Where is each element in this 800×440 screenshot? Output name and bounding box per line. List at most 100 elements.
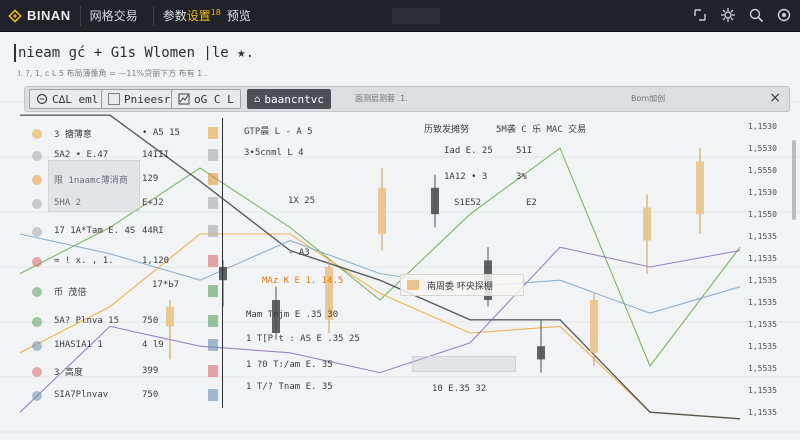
asset-value: 399 — [142, 366, 159, 376]
tooltip-ghost — [412, 356, 516, 372]
asset-value: 4 l9 — [142, 340, 164, 350]
right-row-text: 1A12 • 3 — [444, 172, 488, 182]
tab-label: oG C L — [194, 92, 234, 106]
asset-value: E+J2 — [142, 198, 164, 208]
mid-row-text: - A3 — [288, 248, 310, 258]
asset-value: 1,120 — [142, 256, 170, 266]
tab-params-settings[interactable]: 参数设置18 预览 — [163, 7, 251, 24]
mid-row-text: 1 T/? Tnam E. 35 — [246, 382, 333, 392]
asset-name: 3 高度 — [54, 367, 83, 378]
search-icon[interactable] — [748, 7, 764, 23]
info-pill[interactable]: 南周委 吥央探棚 — [400, 274, 524, 296]
asset-name: 3 搪薄意 — [54, 129, 92, 140]
asset-name: SIA7Plnvav — [54, 390, 109, 400]
asset-icon — [30, 388, 44, 402]
axis-tick-label: 1,1530 — [748, 122, 777, 131]
page-subtitle: I. ?, 1, c L 5 布局薄像角 = —11%贷丽下方 布有 1 . — [18, 69, 208, 78]
tab-badge: 18 — [210, 8, 221, 17]
mid-row-text: Mam Tnjm E .35 30 — [246, 310, 339, 320]
asset-name: 1HASIA1 1 — [54, 340, 103, 350]
logo-text: BINAN — [27, 8, 71, 23]
asset-name: 5A? Plnva 15 — [54, 316, 120, 326]
tab-label: Pnieesr — [124, 92, 171, 106]
tab-label: C∆L eml — [52, 92, 99, 106]
scrollbar-thumb[interactable] — [792, 140, 796, 220]
tab-prefix: 参数 — [162, 9, 187, 23]
asset-icon — [30, 172, 44, 186]
tab-cleml[interactable]: C∆L eml — [29, 89, 106, 109]
extra-label: 17*Ь7 — [152, 280, 180, 290]
top-search-box[interactable] — [392, 8, 440, 24]
settings-icon[interactable] — [776, 7, 792, 23]
table-row[interactable]: 3 搪薄意 • A5 15 — [30, 124, 180, 142]
right-row-extra: E2 — [526, 198, 537, 208]
row-marker — [208, 339, 218, 351]
topbar-divider — [79, 5, 81, 26]
axis-tick-label: 1,1535 — [748, 342, 777, 351]
mid-row-text: 1X 25 — [288, 196, 316, 206]
asset-value: 750 — [142, 316, 159, 326]
chart-icon — [178, 93, 190, 105]
mid-row-text: 3•5cnml L 4 — [244, 148, 304, 158]
strip-note-right: Bom加创 — [631, 94, 666, 103]
right-row-text: Iad E. 25 — [444, 146, 493, 156]
axis-tick-label: 1,1530 — [748, 188, 777, 197]
asset-icon — [30, 126, 44, 140]
pill-swatch — [407, 280, 419, 290]
right-row-text: S1E52 — [454, 198, 482, 208]
candle-body — [696, 161, 704, 215]
table-row[interactable]: 币 茂倍 — [30, 282, 142, 300]
asset-icon — [30, 254, 44, 268]
asset-value: • A5 15 — [142, 128, 180, 138]
tab-strip: C∆L eml Pnieesr oG C L baancntvc 面测层测蓉 .… — [24, 86, 790, 112]
tab-suffix: 预览 — [226, 9, 251, 23]
asset-name: 币 茂倍 — [54, 287, 87, 298]
title-row: nieam gć + G1s Wlomen |le ★. — [14, 44, 254, 62]
right-row-extra: 51I — [516, 146, 533, 156]
tab-pnieesr[interactable]: Pnieesr — [101, 89, 178, 109]
mid-row-text: GTP晨 L - A 5 — [244, 127, 313, 137]
row-marker — [208, 389, 218, 401]
table-row[interactable]: 1HASIA1 1 4 l9 — [30, 336, 164, 354]
asset-icon — [30, 314, 44, 328]
candle-body — [590, 300, 598, 353]
row-marker — [208, 285, 218, 297]
candle-body — [537, 346, 545, 360]
right-row-text: 历致发摊努 — [424, 125, 470, 135]
asset-name: 5A2 • E.47 — [54, 150, 109, 160]
table-row[interactable]: SIA7Plnvav 750 — [30, 386, 158, 404]
right-row-extra: 3% — [516, 172, 527, 182]
nav-grid-trading[interactable]: 网格交易 — [90, 7, 138, 24]
row-marker — [208, 127, 218, 139]
asset-name: 17 1A*Tam E. 4S — [54, 226, 136, 236]
coin-icon — [36, 93, 48, 105]
blank-icon — [108, 93, 120, 105]
row-marker — [208, 315, 218, 327]
series-line — [19, 233, 741, 314]
binance-logo-icon — [8, 8, 22, 23]
row-marker — [208, 149, 218, 161]
strip-note-left: 面测层测蓉 .1. — [355, 94, 408, 103]
table-row[interactable]: 5A? Plnva 15 750 — [30, 312, 158, 330]
tab-baancntvc[interactable]: baancntvc — [247, 89, 331, 109]
asset-icon — [30, 196, 44, 210]
axis-tick-label: 1,5550 — [748, 166, 777, 175]
page-title: nieam gć + G1s Wlomen |le ★. — [18, 45, 255, 61]
home-icon — [254, 96, 260, 102]
candle-body — [378, 187, 386, 234]
gear-icon[interactable] — [720, 7, 736, 23]
logo[interactable]: BINAN — [8, 8, 71, 23]
asset-value: 14III — [142, 150, 170, 160]
candle-body — [166, 306, 174, 327]
mid-row-text: 1 ?0 T:/am E. 35 — [246, 360, 333, 370]
tab-ogcl[interactable]: oG C L — [171, 89, 241, 109]
table-row[interactable]: 17 1A*Tam E. 4S 44RI — [30, 222, 164, 240]
axis-tick-label: 1,1535 — [748, 386, 777, 395]
axis-tick-label: 1,5535 — [748, 364, 777, 373]
close-icon[interactable]: × — [769, 90, 781, 106]
mid-row-text: 1 T[P t : AS E .35 25 — [246, 334, 360, 344]
asset-icon — [30, 224, 44, 238]
table-row[interactable]: = ! x. , 1. 1,120 — [30, 252, 169, 270]
table-row[interactable]: 3 高度 399 — [30, 362, 158, 380]
expand-icon[interactable] — [692, 7, 708, 23]
